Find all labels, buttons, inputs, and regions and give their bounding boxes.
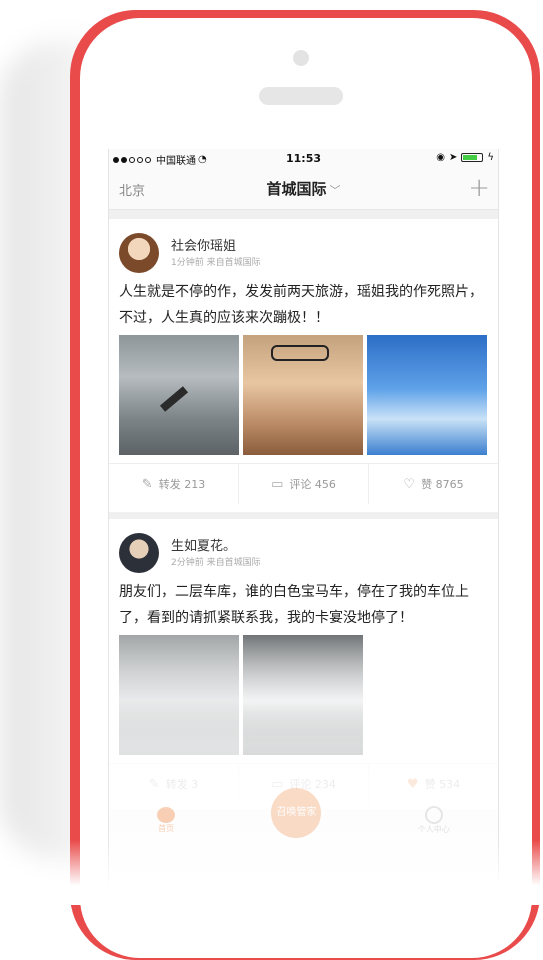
status-right: ◉ ➤ ϟ — [436, 152, 494, 163]
porsche-photo[interactable] — [243, 635, 363, 755]
like-label: 赞 534 — [424, 778, 461, 791]
post-meta: 1分钟前 来自首城国际 — [171, 258, 261, 268]
earpiece-speaker — [259, 87, 343, 105]
post-text: 人生就是不停的作，发发前两天旅游，瑶姐我的作死照片，不过，人生真的应该来次蹦极！… — [119, 284, 483, 326]
post-author[interactable]: 生如夏花。 — [171, 535, 236, 554]
comment-icon: ▭ — [271, 476, 284, 492]
selfie-photo[interactable] — [243, 335, 363, 455]
comment-icon: ▭ — [271, 776, 284, 792]
avatar[interactable] — [119, 533, 159, 573]
bottom-fade — [70, 840, 543, 905]
phone-screen: 中国联通 ◔ 11:53 ◉ ➤ ϟ 北京 首城国际 ﹀ + 社会你瑶姐 1分钟前… — [108, 149, 499, 889]
repost-button[interactable]: ✎ 转发 213 — [109, 464, 239, 504]
charging-icon: ϟ — [487, 152, 494, 163]
tab-profile-label: 个人中心 — [417, 824, 450, 834]
post-author[interactable]: 社会你瑶姐 — [171, 235, 236, 254]
post-photos — [119, 635, 363, 755]
repost-label: 转发 3 — [165, 778, 199, 791]
post-meta: 2分钟前 来自首城国际 — [171, 558, 261, 568]
post-card[interactable]: 社会你瑶姐 1分钟前 来自首城国际 人生就是不停的作，发发前两天旅游，瑶姐我的作… — [109, 219, 498, 512]
chevron-down-icon: ﹀ — [329, 184, 341, 197]
like-label: 赞 8765 — [421, 478, 464, 491]
comment-label: 评论 456 — [289, 478, 336, 491]
front-camera — [293, 50, 309, 66]
heart-icon: ♡ — [403, 476, 416, 492]
avatar[interactable] — [119, 233, 159, 273]
edit-icon: ✎ — [141, 476, 153, 492]
post-photos — [119, 335, 487, 455]
edit-icon: ✎ — [148, 776, 160, 792]
user-icon — [424, 805, 443, 824]
tab-profile[interactable]: 个人中心 — [417, 805, 450, 835]
home-icon — [157, 806, 176, 823]
post-text: 朋友们，二层车库，谁的白色宝马车，停在了我的车位上了，看到的请抓紧联系我，我的卡… — [119, 584, 469, 626]
nav-bar: 北京 首城国际 ﹀ + — [109, 169, 498, 210]
tab-bar: 首页 召唤管家 个人中心 — [109, 788, 498, 843]
community-title[interactable]: 首城国际 ﹀ — [109, 178, 498, 199]
tab-home[interactable]: 首页 — [157, 806, 176, 834]
like-button[interactable]: ♡ 赞 8765 — [369, 464, 498, 504]
white-car-photo[interactable] — [119, 635, 239, 755]
heart-icon: ♥ — [406, 776, 419, 792]
location-icon: ➤ — [449, 152, 458, 163]
comment-button[interactable]: ▭ 评论 456 — [239, 464, 369, 504]
lock-rotation-icon: ◉ — [436, 152, 445, 163]
summon-butler-button[interactable]: 召唤管家 — [271, 788, 322, 838]
plus-icon[interactable]: + — [468, 173, 490, 203]
battery-icon — [461, 153, 484, 162]
community-title-label: 首城国际 — [266, 180, 327, 198]
tab-home-label: 首页 — [158, 823, 175, 833]
bungee-photo[interactable] — [119, 335, 239, 455]
repost-label: 转发 213 — [158, 478, 206, 491]
status-bar: 中国联通 ◔ 11:53 ◉ ➤ ϟ — [109, 149, 498, 169]
post-actions: ✎ 转发 213 ▭ 评论 456 ♡ 赞 8765 — [109, 463, 498, 504]
post-card[interactable]: 生如夏花。 2分钟前 来自首城国际 朋友们，二层车库，谁的白色宝马车，停在了我的… — [109, 519, 498, 809]
skydiving-photo[interactable] — [367, 335, 487, 455]
